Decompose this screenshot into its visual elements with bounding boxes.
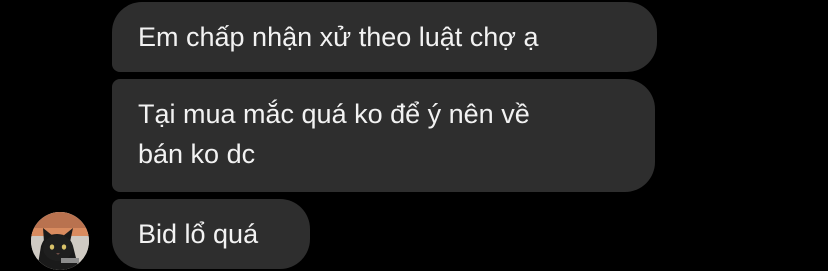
message-text: Em chấp nhận xử theo luật chợ ạ xyxy=(138,22,539,52)
message-text-line: Tại mua mắc quá ko để ý nên về xyxy=(138,99,530,129)
message-bubble[interactable]: Bid lổ quá xyxy=(112,199,310,269)
message-text: Bid lổ quá xyxy=(138,219,259,249)
cat-avatar-icon xyxy=(31,212,89,270)
message-text-line: bán ko dc xyxy=(138,139,256,169)
message-bubble[interactable]: Em chấp nhận xử theo luật chợ ạ xyxy=(112,2,657,72)
sender-avatar[interactable] xyxy=(31,212,89,270)
message-thread: Em chấp nhận xử theo luật chợ ạ Tại mua … xyxy=(0,0,828,271)
message-bubble[interactable]: Tại mua mắc quá ko để ý nên về bán ko dc xyxy=(112,79,655,192)
